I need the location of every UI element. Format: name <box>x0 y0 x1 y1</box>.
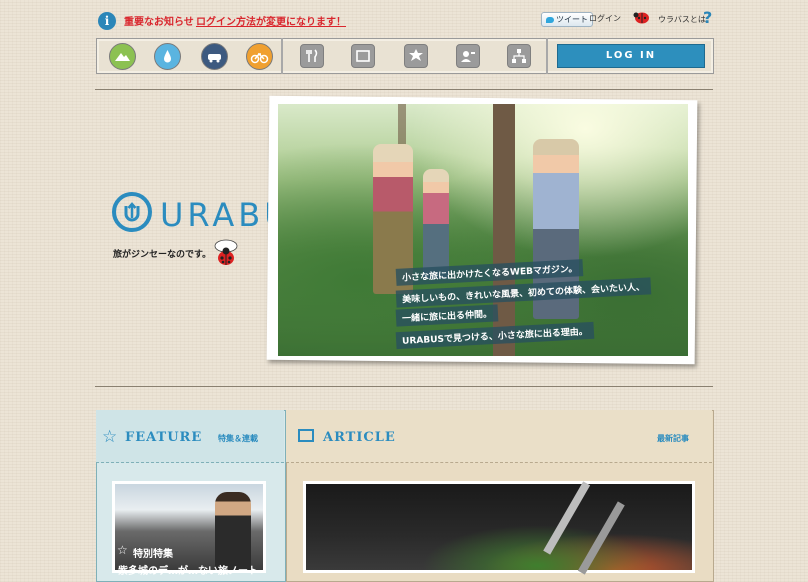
water-drop-icon[interactable] <box>154 43 181 70</box>
screen-icon[interactable] <box>351 44 375 68</box>
login-link[interactable]: ログイン <box>589 13 621 24</box>
star-icon: ☆ <box>117 543 128 557</box>
hero-photo[interactable]: 小さな旅に出かけたくなるWEBマガジン。 美味しいもの、きれいな風景、初めての体… <box>278 104 688 356</box>
ladybug-mascot-icon <box>214 239 238 265</box>
mountain-icon[interactable] <box>109 43 136 70</box>
tweet-button[interactable]: ツイート <box>541 12 593 27</box>
divider <box>95 386 713 387</box>
nav-divider <box>281 38 283 74</box>
ladybug-icon <box>633 12 649 24</box>
notice-link[interactable]: ログイン方法が変更になります！ <box>196 13 346 28</box>
tagline: 旅がジンセーなのです。 <box>113 250 212 260</box>
about-link[interactable]: ウラバスとは <box>658 14 706 25</box>
twitter-bird-icon <box>546 16 554 23</box>
login-button[interactable]: LOG IN <box>557 44 705 68</box>
help-icon[interactable]: ? <box>703 8 712 27</box>
hiker-figure <box>423 169 449 279</box>
info-icon: i <box>98 12 116 30</box>
car-icon[interactable] <box>201 43 228 70</box>
badge-icon[interactable] <box>404 44 428 68</box>
hero-caption-line: 一緒に旅に出る仲間。 <box>395 304 499 327</box>
network-icon[interactable] <box>507 44 531 68</box>
star-icon: ☆ <box>102 427 118 447</box>
notice-label: 重要なお知らせ <box>124 17 194 28</box>
logo-mark[interactable] <box>112 192 152 232</box>
article-photo[interactable] <box>306 484 692 570</box>
feature-badge: 特別特集 <box>133 549 173 560</box>
article-icon <box>298 429 314 442</box>
article-title[interactable]: ARTICLE <box>323 430 396 445</box>
feature-title[interactable]: FEATURE <box>125 430 202 445</box>
tweet-label: ツイート <box>556 15 588 24</box>
nav-divider <box>546 38 548 74</box>
bicycle-icon[interactable] <box>246 43 273 70</box>
photo-person <box>215 492 251 570</box>
article-subtitle[interactable]: 最新記事 <box>657 433 689 444</box>
fork-knife-icon[interactable] <box>300 44 324 68</box>
profile-icon[interactable] <box>456 44 480 68</box>
feature-subtitle: 特集＆連載 <box>218 434 258 443</box>
divider <box>95 89 713 90</box>
